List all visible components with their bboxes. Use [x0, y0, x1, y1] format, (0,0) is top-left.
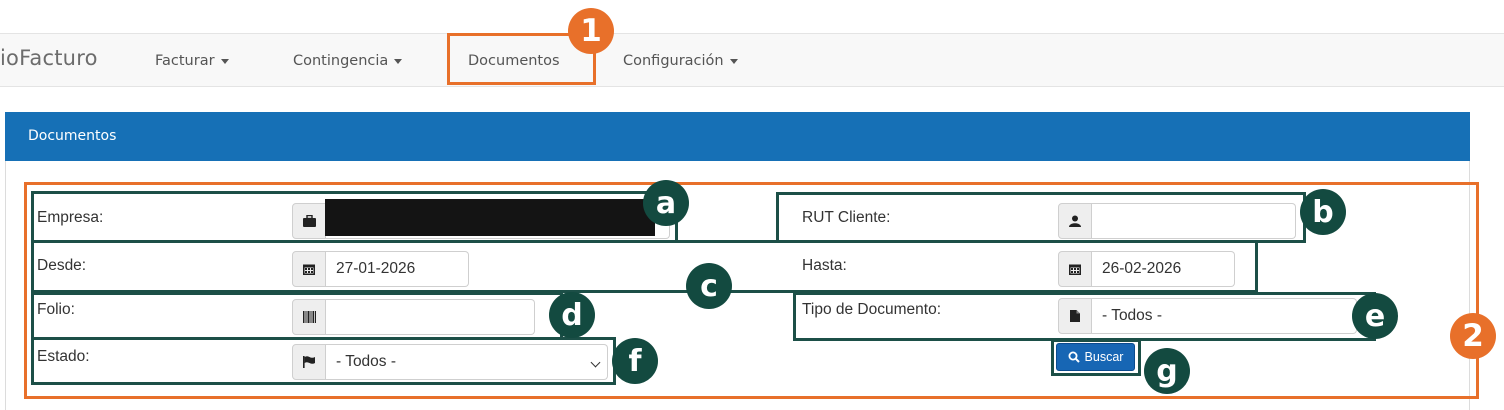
annotation-badge-c: c [686, 263, 732, 309]
nav-configuracion-label: Configuración [623, 53, 724, 69]
nav-configuracion[interactable]: Configuración [623, 34, 738, 88]
annotation-badge-2: 2 [1450, 313, 1496, 359]
caret-down-icon [394, 58, 403, 64]
annotation-badge-e: e [1352, 293, 1398, 339]
nav-contingencia-label: Contingencia [293, 53, 389, 69]
nav-facturar[interactable]: Facturar [155, 34, 229, 88]
nav-contingencia[interactable]: Contingencia [293, 34, 403, 88]
annotation-box-g [1051, 339, 1141, 376]
annotation-box-b [776, 192, 1306, 243]
caret-down-icon [729, 58, 738, 64]
brand-logo[interactable]: ioFacturo [0, 46, 98, 70]
nav-facturar-label: Facturar [155, 53, 215, 69]
top-navbar: ioFacturo Facturar Contingencia Document… [0, 33, 1504, 87]
annotation-badge-d: d [549, 292, 595, 338]
annotation-badge-a: a [643, 180, 689, 226]
annotation-box-a [31, 191, 678, 243]
caret-down-icon [220, 58, 229, 64]
annotation-badge-f: f [612, 338, 658, 384]
annotation-box-e [793, 292, 1376, 341]
panel-header: Documentos [5, 112, 1470, 161]
annotation-badge-b: b [1300, 189, 1346, 235]
annotation-box-d [31, 292, 563, 340]
panel-title: Documentos [28, 128, 117, 144]
annotation-box-f [31, 337, 616, 385]
annotation-box-c [31, 240, 1258, 293]
annotation-badge-1: 1 [568, 8, 614, 54]
annotation-badge-g: g [1144, 348, 1190, 394]
